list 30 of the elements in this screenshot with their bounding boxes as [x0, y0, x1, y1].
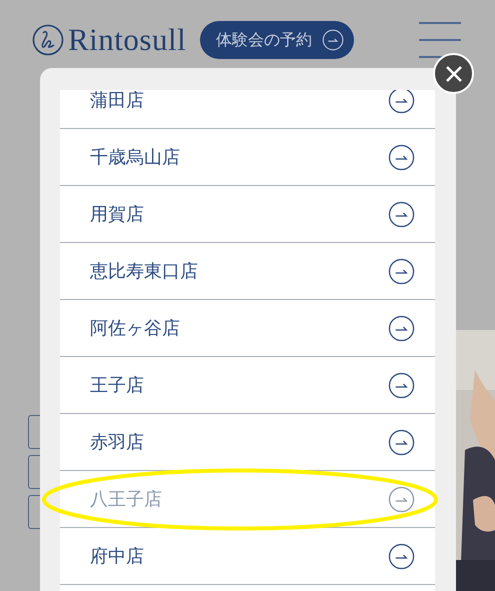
store-name: 千歳烏山店	[90, 146, 180, 169]
store-item[interactable]: 赤羽店	[60, 414, 435, 471]
store-name: 府中店	[90, 545, 144, 568]
arrow-circle-icon	[388, 542, 415, 570]
arrow-circle-icon	[388, 486, 415, 512]
store-name: 蒲田店	[90, 90, 144, 112]
arrow-circle-icon	[322, 29, 344, 51]
store-name: 阿佐ヶ谷店	[90, 317, 180, 340]
logo-icon	[32, 24, 64, 56]
store-item[interactable]: 千歳烏山店	[60, 129, 435, 186]
reserve-button[interactable]: 体験会の予約	[200, 21, 354, 59]
store-item[interactable]: 阿佐ヶ谷店	[60, 300, 435, 357]
store-name: 八王子店	[90, 488, 162, 511]
store-item[interactable]: 恵比寿東口店	[60, 243, 435, 300]
close-icon[interactable]	[433, 53, 474, 94]
arrow-circle-icon	[388, 372, 415, 398]
arrow-circle-icon	[388, 428, 415, 456]
arrow-circle-icon	[388, 200, 415, 228]
logo-text[interactable]: Rintosull	[68, 22, 186, 58]
store-name: 用賀店	[90, 203, 144, 226]
arrow-circle-icon	[388, 144, 415, 170]
store-item[interactable]: 府中店	[60, 528, 435, 585]
store-name: 赤羽店	[90, 431, 144, 454]
store-item[interactable]: 王子店	[60, 357, 435, 414]
store-name: 恵比寿東口店	[90, 260, 198, 283]
store-item[interactable]: 蒲田店	[60, 90, 435, 129]
store-name: 王子店	[90, 374, 144, 397]
arrow-circle-icon	[388, 258, 415, 284]
arrow-circle-icon	[388, 314, 415, 342]
store-item[interactable]: 用賀店	[60, 186, 435, 243]
